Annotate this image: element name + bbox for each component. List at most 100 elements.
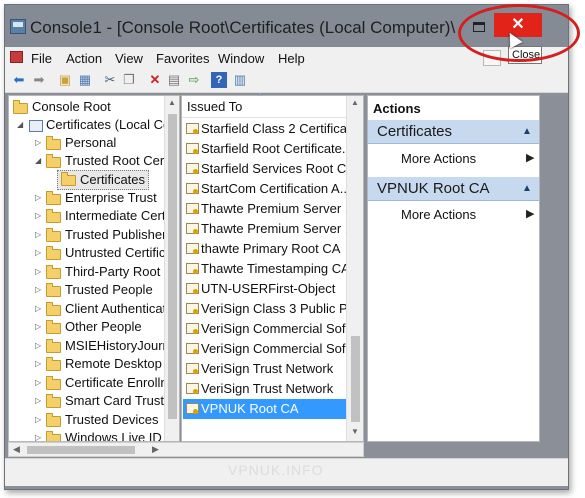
expand-closed-icon[interactable]: ▷: [35, 244, 43, 262]
certificate-icon: [186, 123, 199, 134]
certificate-icon: [186, 343, 199, 354]
scroll-right-icon[interactable]: ▶: [152, 444, 159, 455]
list-item[interactable]: UTN-USERFirst-Object: [183, 279, 349, 299]
submenu-arrow-icon: ▶: [526, 152, 535, 164]
actions-section-title: Certificates: [377, 123, 453, 140]
expand-closed-icon[interactable]: ▷: [35, 318, 43, 336]
list-item[interactable]: VeriSign Trust Network: [183, 379, 349, 399]
export-list-icon[interactable]: ⇨: [186, 72, 202, 88]
list-item[interactable]: VeriSign Class 3 Public Pr...: [183, 299, 349, 319]
certificate-icon: [186, 203, 199, 214]
annotation-highlight-circle: [458, 4, 580, 62]
list-item[interactable]: Thawte Timestamping CA: [183, 259, 349, 279]
certificate-icon: [186, 163, 199, 174]
expand-open-icon[interactable]: ◢: [35, 152, 43, 170]
actions-pane: [367, 95, 540, 442]
cut-icon[interactable]: ✂: [102, 72, 118, 88]
scroll-left-icon[interactable]: ◀: [13, 444, 20, 455]
folder-icon: [46, 154, 61, 168]
menu-help[interactable]: Help: [278, 51, 305, 66]
file-menu-icon: [10, 51, 23, 66]
expand-closed-icon[interactable]: ▷: [35, 392, 43, 410]
mmc-app-icon[interactable]: [10, 19, 26, 34]
folder-icon: [46, 431, 61, 441]
folder-icon: [46, 191, 61, 205]
list-item[interactable]: VeriSign Commercial Sof...: [183, 339, 349, 359]
list-item[interactable]: Thawte Premium Server ...: [183, 199, 349, 219]
more-actions-link[interactable]: More Actions: [401, 151, 476, 166]
folder-icon: [46, 320, 61, 334]
actions-section-certificates[interactable]: Certificates ▲: [368, 120, 539, 144]
list-item[interactable]: Starfield Services Root C...: [183, 159, 349, 179]
actions-section-vpnuk[interactable]: VPNUK Root CA ▲: [368, 177, 539, 201]
more-actions-link[interactable]: More Actions: [401, 207, 476, 222]
up-folder-icon[interactable]: ▣: [57, 72, 73, 88]
back-arrow-icon[interactable]: ⬅: [11, 72, 27, 88]
folder-icon: [46, 413, 61, 427]
certificate-icon: [186, 243, 199, 254]
expand-closed-icon[interactable]: ▷: [35, 355, 43, 373]
list-item[interactable]: StartCom Certification A...: [183, 179, 349, 199]
folder-icon: [46, 228, 61, 242]
expand-open-icon[interactable]: ◢: [17, 116, 25, 134]
scroll-up-icon[interactable]: ▲: [351, 98, 359, 107]
properties-icon[interactable]: ▤: [166, 72, 182, 88]
tree-vertical-scrollbar[interactable]: ▲: [164, 96, 179, 441]
scroll-thumb[interactable]: [27, 446, 135, 454]
menu-window[interactable]: Window: [218, 51, 264, 66]
expand-closed-icon[interactable]: ▷: [35, 263, 43, 281]
certificate-icon: [186, 183, 199, 194]
show-hide-tree-icon[interactable]: ▦: [77, 72, 93, 88]
menu-action[interactable]: Action: [66, 51, 102, 66]
list-item[interactable]: VeriSign Commercial Sof...: [183, 319, 349, 339]
sort-ascending-icon: ^: [258, 92, 262, 101]
collapse-up-icon[interactable]: ▲: [522, 177, 532, 201]
list-item[interactable]: Thawte Premium Server ...: [183, 219, 349, 239]
expand-closed-icon[interactable]: ▷: [35, 189, 43, 207]
actions-header: Actions: [373, 101, 421, 116]
expand-closed-icon[interactable]: ▷: [35, 226, 43, 244]
certificate-icon: [186, 323, 199, 334]
expand-closed-icon[interactable]: ▷: [35, 300, 43, 318]
list-item[interactable]: Starfield Root Certificate...: [183, 139, 349, 159]
scroll-up-icon[interactable]: ▲: [168, 98, 176, 107]
menu-view[interactable]: View: [115, 51, 143, 66]
list-item-selected[interactable]: VPNUK Root CA: [183, 399, 349, 419]
certificate-icon: [186, 403, 199, 414]
copy-icon[interactable]: ❐: [121, 72, 137, 88]
folder-icon: [46, 209, 61, 223]
folder-icon: [46, 394, 61, 408]
menu-favorites[interactable]: Favorites: [156, 51, 209, 66]
horizontal-scrollbar[interactable]: ◀ ▶: [8, 442, 364, 457]
delete-icon[interactable]: ✕: [147, 72, 163, 88]
expand-closed-icon[interactable]: ▷: [35, 337, 43, 355]
help-icon[interactable]: ?: [211, 72, 227, 88]
folder-icon: [46, 283, 61, 297]
menu-file[interactable]: File: [31, 51, 52, 66]
scroll-thumb[interactable]: [168, 114, 177, 419]
folder-icon: [46, 357, 61, 371]
expand-closed-icon[interactable]: ▷: [35, 207, 43, 225]
list-item[interactable]: Starfield Class 2 Certifica...: [183, 119, 349, 139]
console-tree-pane: Console Root ◢ Certificates (Local Co ▷ …: [8, 95, 180, 442]
show-action-pane-icon[interactable]: ▥: [232, 72, 248, 88]
folder-icon: [46, 376, 61, 390]
folder-icon: [46, 339, 61, 353]
list-vertical-scrollbar[interactable]: ▲ ▼: [346, 96, 363, 441]
expand-closed-icon[interactable]: ▷: [35, 374, 43, 392]
column-header-issued-to[interactable]: Issued To: [182, 96, 349, 118]
collapse-up-icon[interactable]: ▲: [522, 120, 532, 144]
expand-closed-icon[interactable]: ▷: [35, 411, 43, 429]
list-item[interactable]: thawte Primary Root CA: [183, 239, 349, 259]
folder-icon: [46, 246, 61, 260]
expand-closed-icon[interactable]: ▷: [35, 134, 43, 152]
folder-icon: [46, 302, 61, 316]
list-item[interactable]: VeriSign Trust Network: [183, 359, 349, 379]
expand-closed-icon[interactable]: ▷: [35, 429, 43, 441]
expand-closed-icon[interactable]: ▷: [35, 281, 43, 299]
scroll-thumb[interactable]: [351, 336, 360, 422]
forward-arrow-icon[interactable]: ➡: [31, 72, 47, 88]
certificate-icon: [186, 223, 199, 234]
tree-item-certificates-selected[interactable]: Certificates: [57, 170, 150, 190]
scroll-down-icon[interactable]: ▼: [351, 427, 359, 436]
